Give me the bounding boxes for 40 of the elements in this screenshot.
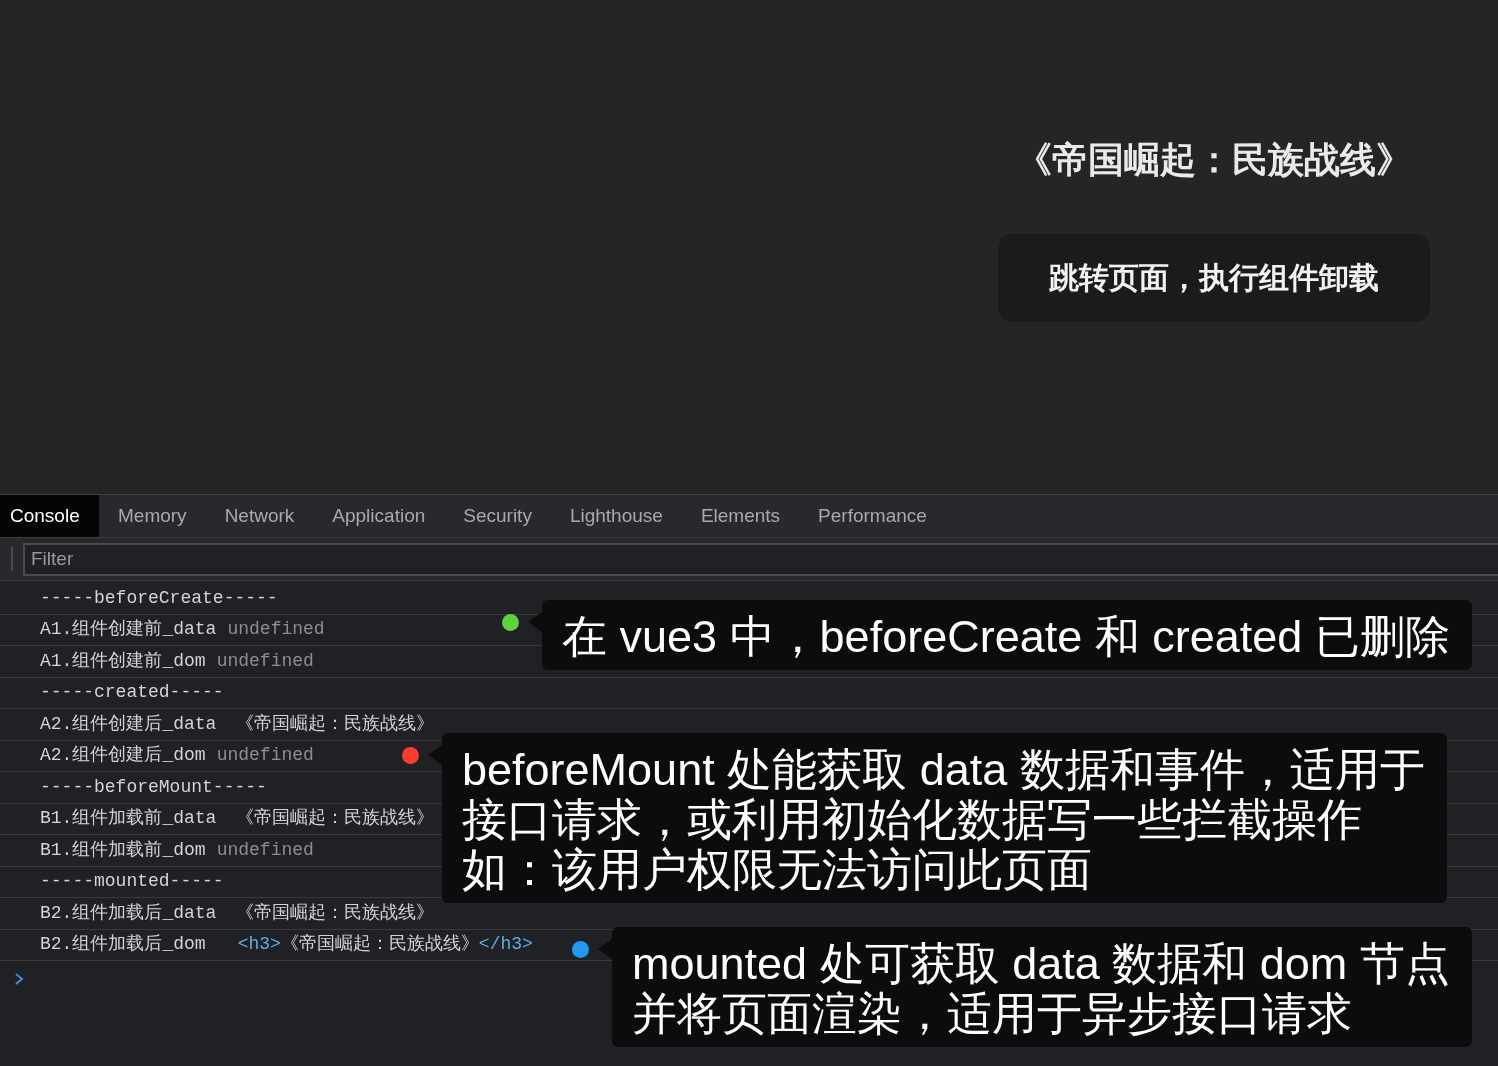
- log-label: A2.组件创建后_dom: [40, 744, 206, 768]
- devtools-tab[interactable]: Performance: [799, 495, 946, 537]
- page-heading: 《帝国崛起：民族战线》: [1016, 140, 1412, 180]
- devtools-tab[interactable]: Elements: [681, 495, 800, 537]
- devtools-tab[interactable]: Console: [0, 495, 99, 537]
- callout-pointer: [428, 745, 442, 765]
- log-separator-text: -----mounted-----: [40, 870, 224, 894]
- prompt-chevron-icon: [14, 971, 24, 986]
- log-label: B2.组件加载后_dom: [40, 933, 206, 957]
- annotation-callout: beforeMount 处能获取 data 数据和事件，适用于 接口请求，或利用初始化数据写一些拦截操作 如：该用户权限无法访问此页面: [442, 733, 1447, 903]
- log-separator-text: -----beforeMount-----: [40, 775, 267, 799]
- log-separator-text: -----beforeCreate-----: [40, 586, 278, 610]
- close-tag: </h3>: [478, 931, 533, 959]
- log-label: B1.组件加载前_data: [40, 807, 217, 831]
- filter-field[interactable]: Filter: [23, 542, 1498, 576]
- callout-pointer: [528, 612, 542, 632]
- devtools-tab[interactable]: Memory: [99, 495, 206, 537]
- log-label: A2.组件创建后_data: [40, 712, 217, 736]
- navigate-button[interactable]: 跳转页面，执行组件卸载: [998, 233, 1430, 322]
- annotation-callout: 在 vue3 中，beforeCreate 和 created 已删除: [542, 600, 1472, 670]
- callout-pointer: [598, 939, 612, 959]
- devtools-tab[interactable]: Lighthouse: [550, 495, 682, 537]
- devtools-tab[interactable]: Network: [205, 495, 314, 537]
- log-label: A1.组件创建前_data: [40, 618, 217, 642]
- log-value: 《帝国崛起：民族战线》: [236, 807, 435, 831]
- open-tag: <h3>: [237, 931, 281, 959]
- log-value: 《帝国崛起：民族战线》: [236, 901, 435, 925]
- element-text: 《帝国崛起：民族战线》: [280, 933, 479, 957]
- log-value: undefined: [216, 744, 314, 768]
- log-value: undefined: [216, 649, 314, 673]
- log-label: A1.组件创建前_dom: [40, 649, 206, 673]
- log-value: undefined: [227, 618, 325, 642]
- log-value: undefined: [216, 838, 314, 862]
- log-value: 《帝国崛起：民族战线》: [236, 712, 435, 736]
- devtools-tab[interactable]: Security: [444, 495, 551, 537]
- log-label: B1.组件加载前_dom: [40, 838, 206, 862]
- annotation-callout: mounted 处可获取 data 数据和 dom 节点 并将页面渲染，适用于异步接口请求: [612, 927, 1472, 1047]
- devtools-tab[interactable]: Application: [313, 495, 445, 537]
- log-separator-text: -----created-----: [40, 681, 224, 705]
- log-label: B2.组件加载后_data: [40, 901, 217, 925]
